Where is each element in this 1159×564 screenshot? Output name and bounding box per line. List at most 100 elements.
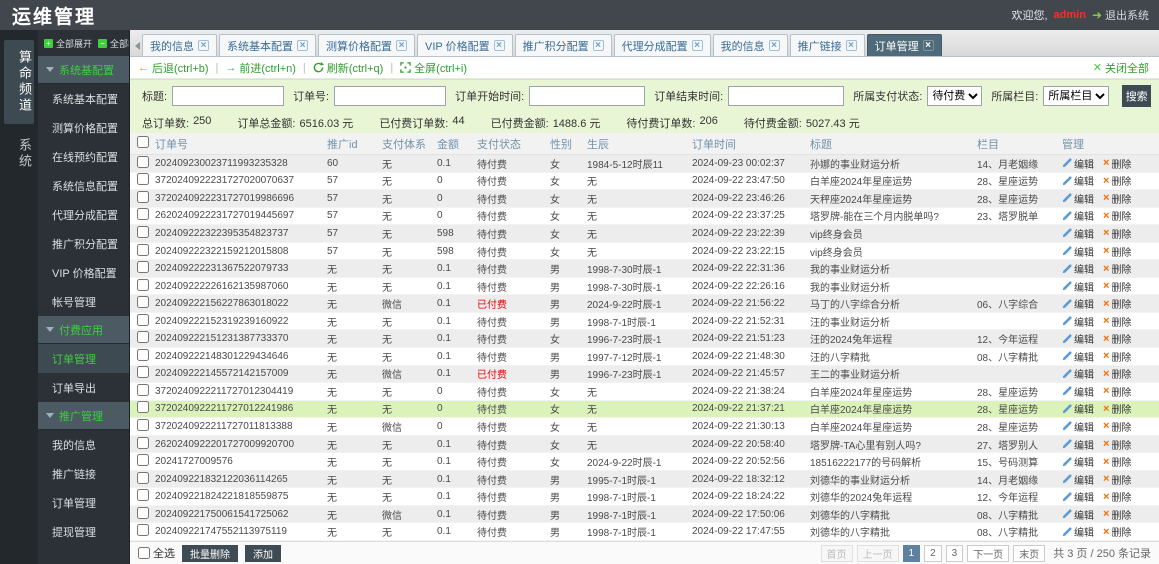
edit-button[interactable]: 编辑 (1062, 454, 1094, 469)
row-checkbox[interactable] (137, 208, 149, 221)
row-checkbox[interactable] (137, 383, 149, 396)
tab[interactable]: 推广链接 × (789, 34, 865, 56)
order-no-filter-input[interactable] (334, 86, 447, 106)
edit-button[interactable]: 编辑 (1062, 261, 1094, 276)
category-select[interactable]: 所属栏目 (1043, 86, 1110, 106)
forward-button[interactable]: → 前进(ctrl+n) (225, 60, 296, 76)
fullscreen-button[interactable]: 全屏(ctrl+i) (400, 60, 467, 76)
delete-button[interactable]: × 删除 (1103, 472, 1131, 487)
delete-button[interactable]: × 删除 (1103, 454, 1131, 470)
edit-button[interactable]: 编辑 (1062, 156, 1094, 171)
edit-button[interactable]: 编辑 (1062, 489, 1094, 504)
row-checkbox[interactable] (137, 313, 149, 326)
row-checkbox[interactable] (137, 348, 149, 361)
row-checkbox[interactable] (137, 190, 149, 203)
tab[interactable]: 我的信息 × (142, 34, 217, 56)
refresh-button[interactable]: 刷新(ctrl+q) (313, 60, 383, 76)
last-page-button[interactable]: 末页 (1013, 544, 1046, 562)
sidebar-item[interactable]: 系统信息配置 (38, 171, 129, 200)
edit-button[interactable]: 编辑 (1062, 244, 1094, 259)
delete-button[interactable]: × 删除 (1103, 226, 1131, 241)
tab[interactable]: 代理分成配置 × (613, 34, 711, 56)
sidebar-group-header[interactable]: 付费应用 (38, 316, 129, 344)
search-button[interactable]: 搜索 (1122, 85, 1151, 107)
pay-status-select[interactable]: 待付费 (927, 86, 983, 106)
page-number-button[interactable]: 2 (924, 544, 942, 562)
edit-button[interactable]: 编辑 (1062, 226, 1094, 241)
header-select-checkbox[interactable] (137, 136, 149, 148)
batch-delete-button[interactable]: 批量删除 (182, 544, 238, 562)
tab[interactable]: 订单管理 × (866, 34, 942, 56)
sidebar-item[interactable]: 订单管理 (38, 344, 129, 373)
title-filter-input[interactable] (172, 86, 285, 106)
logout-link[interactable]: ➜ 退出系统 (1092, 7, 1149, 23)
delete-button[interactable]: × 删除 (1103, 489, 1131, 505)
edit-button[interactable]: 编辑 (1062, 472, 1094, 487)
delete-button[interactable]: × 删除 (1103, 296, 1131, 312)
row-checkbox[interactable] (137, 173, 149, 186)
tab-close-icon[interactable]: × (922, 40, 934, 51)
end-time-filter-input[interactable] (728, 86, 845, 106)
sidebar-item[interactable]: 提现管理 (38, 517, 129, 546)
tab-close-icon[interactable]: × (768, 40, 780, 51)
edit-button[interactable]: 编辑 (1062, 331, 1094, 346)
row-checkbox[interactable] (137, 418, 149, 431)
select-all-checkbox[interactable] (138, 547, 150, 559)
rail-tab[interactable]: 算命频道 (4, 40, 34, 124)
edit-button[interactable]: 编辑 (1062, 366, 1094, 381)
tab-close-icon[interactable]: × (845, 40, 857, 51)
sidebar-item[interactable]: 推广链接 (38, 459, 129, 488)
tab-close-icon[interactable]: × (198, 40, 209, 51)
tab[interactable]: 系统基本配置 × (219, 34, 316, 56)
page-number-button[interactable]: 1 (902, 544, 921, 562)
row-checkbox[interactable] (137, 225, 149, 238)
tab-close-icon[interactable]: × (297, 40, 308, 51)
edit-button[interactable]: 编辑 (1062, 349, 1094, 364)
edit-button[interactable]: 编辑 (1062, 384, 1094, 399)
tab-scroll-left[interactable] (132, 36, 142, 56)
tab-close-icon[interactable]: × (493, 40, 505, 51)
delete-button[interactable]: × 删除 (1103, 366, 1131, 382)
tab[interactable]: 测算价格配置 × (318, 34, 415, 56)
delete-button[interactable]: × 删除 (1103, 384, 1131, 399)
delete-button[interactable]: × 删除 (1103, 507, 1131, 522)
sidebar-item[interactable]: 订单导出 (38, 373, 129, 402)
row-checkbox[interactable] (137, 489, 149, 502)
delete-button[interactable]: × 删除 (1103, 191, 1131, 206)
edit-button[interactable]: 编辑 (1062, 173, 1094, 188)
tab[interactable]: 推广积分配置 × (514, 34, 612, 56)
row-checkbox[interactable] (137, 524, 149, 537)
sidebar-item[interactable]: 在线预约配置 (38, 142, 129, 171)
edit-button[interactable]: 编辑 (1062, 191, 1094, 206)
next-page-button[interactable]: 下一页 (967, 544, 1010, 562)
sidebar-item[interactable]: 代理分成配置 (38, 200, 129, 229)
row-checkbox[interactable] (137, 261, 149, 274)
edit-button[interactable]: 编辑 (1062, 419, 1094, 434)
edit-button[interactable]: 编辑 (1062, 279, 1094, 294)
start-time-filter-input[interactable] (529, 86, 646, 106)
row-checkbox[interactable] (137, 401, 149, 414)
row-checkbox[interactable] (137, 243, 149, 256)
sidebar-item[interactable]: 订单管理 (38, 488, 129, 517)
tab-close-icon[interactable]: × (396, 40, 407, 51)
delete-button[interactable]: × 删除 (1103, 156, 1131, 171)
edit-button[interactable]: 编辑 (1062, 208, 1094, 223)
delete-button[interactable]: × 删除 (1103, 173, 1131, 189)
edit-button[interactable]: 编辑 (1062, 437, 1094, 452)
close-all-tabs-button[interactable]: ✕ 关闭全部 (1093, 60, 1149, 76)
delete-button[interactable]: × 删除 (1103, 331, 1131, 347)
delete-button[interactable]: × 删除 (1103, 437, 1131, 452)
row-checkbox[interactable] (137, 506, 149, 519)
delete-button[interactable]: × 删除 (1103, 524, 1131, 540)
delete-button[interactable]: × 删除 (1103, 349, 1131, 364)
sidebar-item[interactable]: 帐号管理 (38, 287, 129, 316)
sidebar-group-header[interactable]: 系统基配置 (38, 56, 129, 84)
sidebar-item[interactable]: 系统基本配置 (38, 84, 129, 113)
sidebar-item[interactable]: 我的信息 (38, 430, 129, 459)
delete-button[interactable]: × 删除 (1103, 401, 1131, 417)
row-checkbox[interactable] (137, 436, 149, 449)
row-checkbox[interactable] (137, 471, 149, 484)
edit-button[interactable]: 编辑 (1062, 314, 1094, 329)
delete-button[interactable]: × 删除 (1103, 244, 1131, 259)
row-checkbox[interactable] (137, 296, 149, 309)
